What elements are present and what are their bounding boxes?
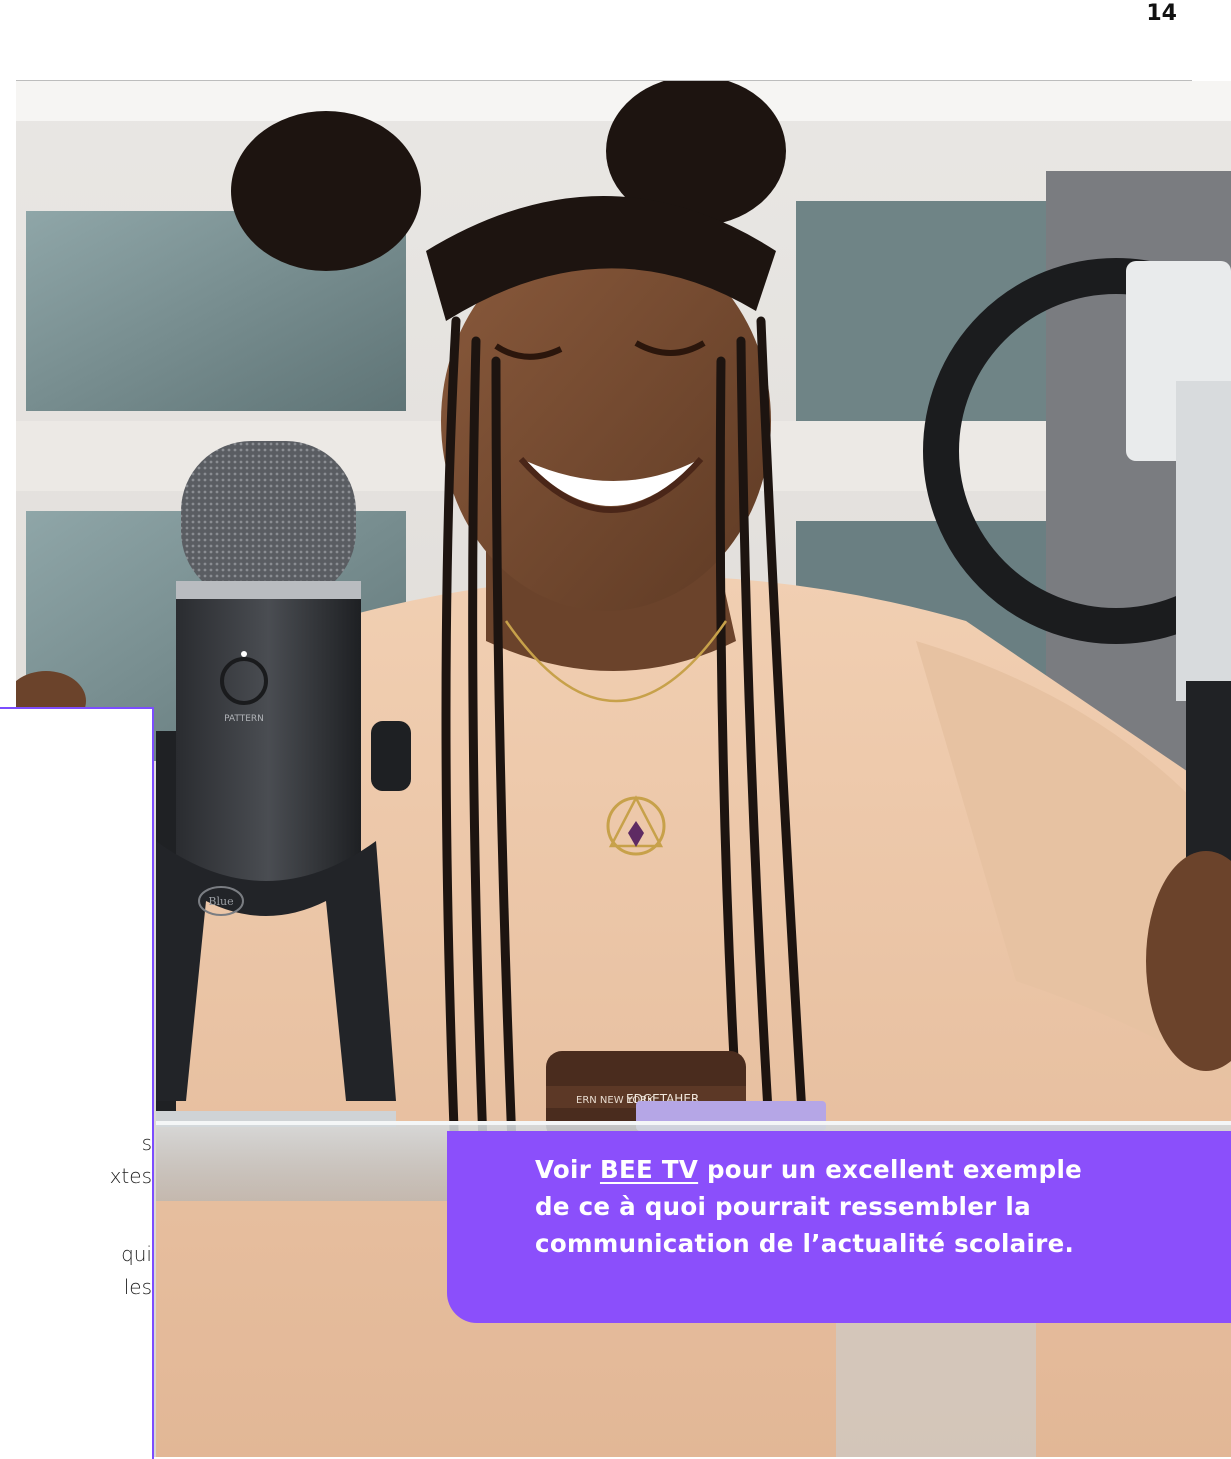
text-fragment: xtes [109,1164,152,1188]
callout-line-2: de ce à quoi pourrait ressembler la [535,1192,1031,1221]
page-number: 14 [1146,1,1177,26]
text-fragment: qui [121,1242,152,1266]
callout-prefix: Voir [535,1155,600,1184]
mic-brand-logo: Blue [208,895,233,908]
callout-text: Voir BEE TV pour un excellent exemple de… [535,1151,1191,1262]
callout-line-1: Voir BEE TV pour un excellent exemple [535,1151,1191,1188]
bee-tv-link[interactable]: BEE TV [600,1155,698,1184]
text-fragment: les [123,1275,152,1299]
callout-line-1-rest: pour un excellent exemple [698,1155,1083,1184]
mic-pattern-label: PATTERN [224,714,264,724]
callout-box: Voir BEE TV pour un excellent exemple de… [447,1131,1231,1323]
callout-line-3: communication de l’actualité scolaire. [535,1229,1075,1258]
left-text-panel: s xtes qui les [0,707,154,1459]
text-fragment: s [141,1131,152,1155]
